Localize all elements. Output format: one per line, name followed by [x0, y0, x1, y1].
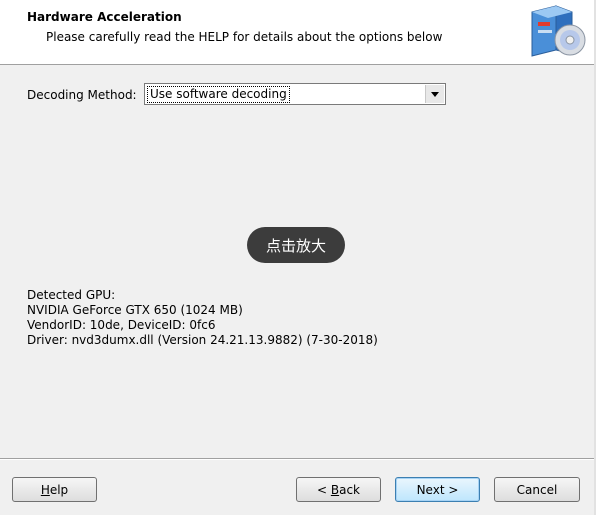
dropdown-arrow-icon[interactable] — [425, 85, 444, 103]
back-accel: B — [330, 482, 340, 497]
cancel-button[interactable]: Cancel — [494, 477, 580, 502]
software-box-cd-icon — [531, 5, 586, 57]
wizard-header: Hardware Acceleration Please carefully r… — [0, 0, 596, 65]
footer-divider — [0, 458, 596, 460]
help-rest: elp — [49, 482, 69, 497]
decoding-method-label: Decoding Method: — [27, 88, 137, 102]
back-prefix: < — [316, 482, 331, 497]
gpu-info: Detected GPU: NVIDIA GeForce GTX 650 (10… — [27, 288, 378, 348]
gpu-name: NVIDIA GeForce GTX 650 (1024 MB) — [27, 303, 243, 317]
back-button[interactable]: < Back — [296, 477, 381, 502]
page-title: Hardware Acceleration — [27, 10, 182, 24]
back-rest: ack — [339, 482, 360, 497]
page-subtitle: Please carefully read the HELP for detai… — [46, 30, 443, 44]
zoom-overlay-button[interactable]: 点击放大 — [247, 227, 345, 263]
next-button[interactable]: Next > — [395, 477, 480, 502]
decoding-method-select[interactable]: Use software decoding — [144, 83, 446, 105]
help-button[interactable]: Help — [12, 477, 97, 502]
gpu-heading: Detected GPU: — [27, 288, 116, 302]
gpu-ids: VendorID: 10de, DeviceID: 0fc6 — [27, 318, 216, 332]
decoding-method-value: Use software decoding — [147, 86, 290, 103]
help-accel: H — [40, 482, 50, 497]
gpu-driver: Driver: nvd3dumx.dll (Version 24.21.13.9… — [27, 333, 378, 347]
